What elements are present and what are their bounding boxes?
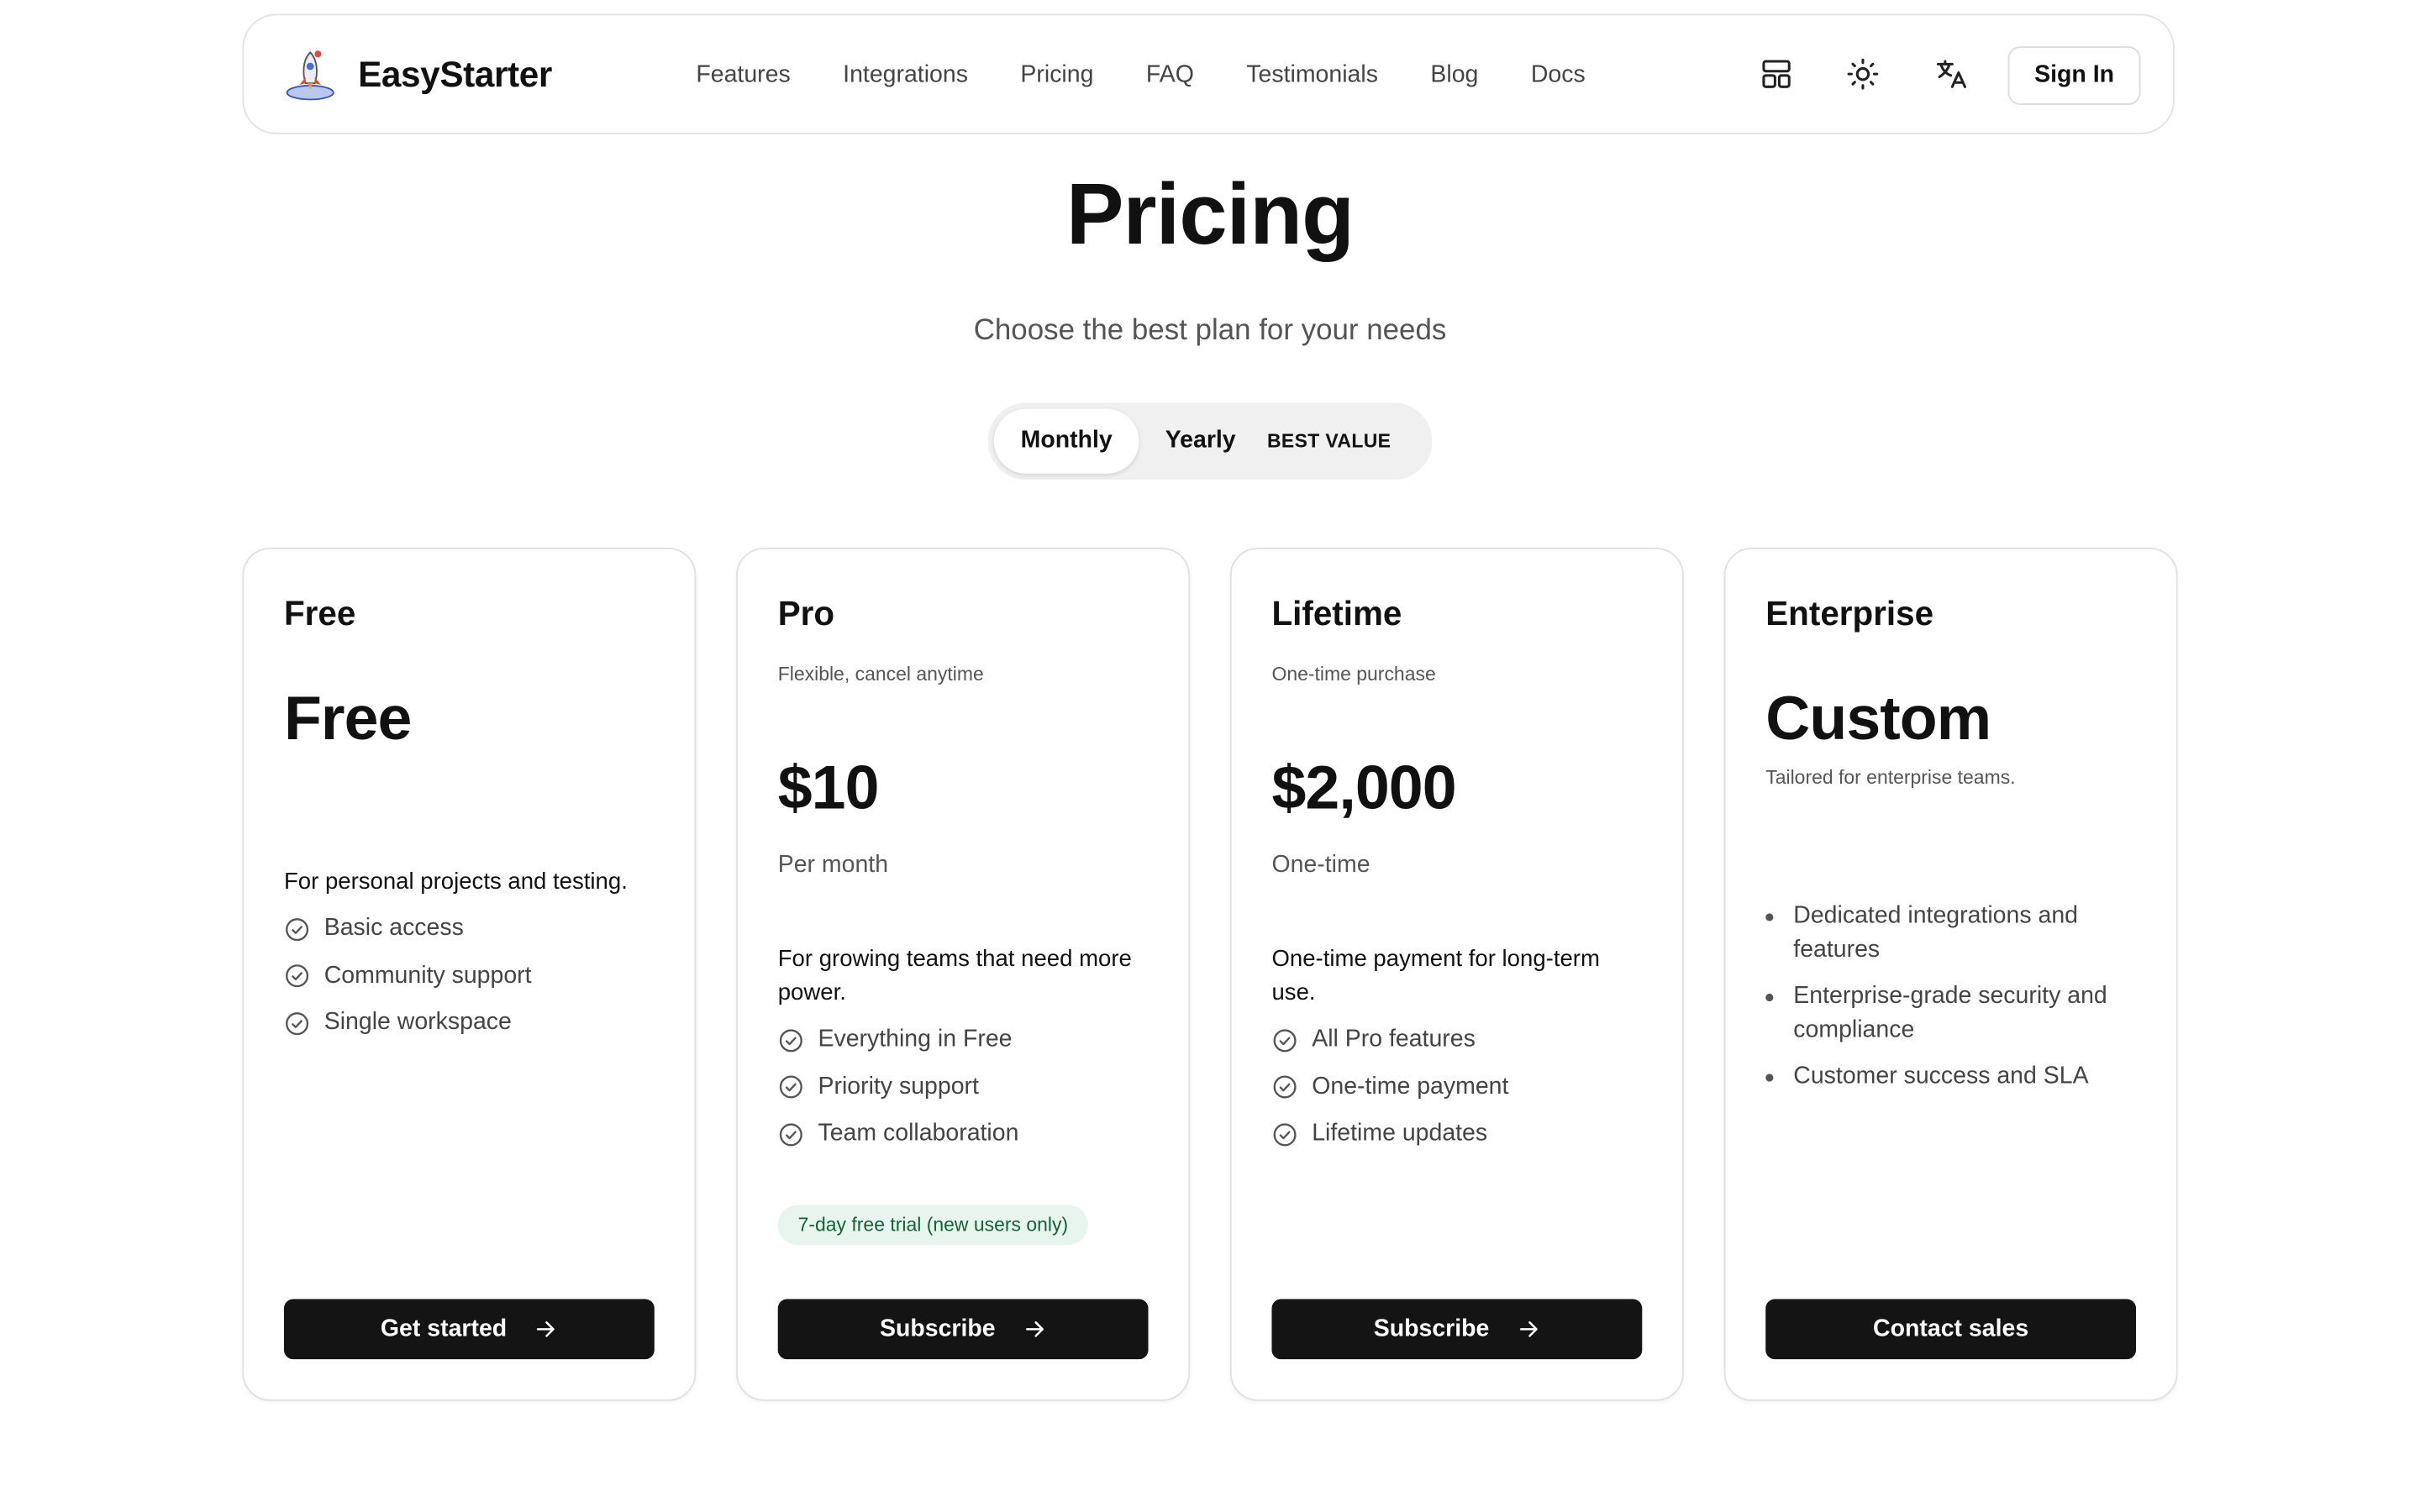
- plan-price: $2,000: [1271, 754, 1456, 822]
- billing-toggle: Monthly Yearly BEST VALUE: [987, 402, 1433, 480]
- check-circle-icon: [286, 917, 309, 941]
- get-started-button[interactable]: Get started: [283, 1299, 655, 1360]
- nav-integrations[interactable]: Integrations: [843, 61, 968, 89]
- feature-label: Team collaboration: [818, 1120, 1019, 1147]
- arrow-right-icon: [1026, 1321, 1044, 1337]
- check-circle-icon: [1273, 1028, 1297, 1052]
- yearly-option[interactable]: Yearly: [1165, 428, 1236, 455]
- check-circle-icon: [286, 1011, 309, 1035]
- feature-label: Everything in Free: [818, 1026, 1013, 1053]
- plan-card-enterprise: Enterprise Custom Tailored for enterpris…: [1723, 548, 2178, 1401]
- plan-price: Free: [283, 685, 412, 753]
- plan-tagline: One-time purchase: [1271, 663, 1436, 685]
- feature-list: Everything in Free Priority support Team…: [778, 1016, 1019, 1158]
- arrow-right-icon: [1519, 1321, 1538, 1337]
- feature-label: Single workspace: [324, 1009, 512, 1036]
- button-label: Contact sales: [1873, 1315, 2029, 1342]
- sun-icon[interactable]: [1846, 57, 1880, 91]
- plan-period: One-time: [1271, 851, 1370, 879]
- plan-description: For growing teams that need more power.: [777, 945, 1132, 1006]
- subscribe-pro-button[interactable]: Subscribe: [777, 1299, 1149, 1360]
- subscribe-lifetime-button[interactable]: Subscribe: [1271, 1299, 1643, 1360]
- feature-item: Dedicated integrations and features: [1765, 900, 2151, 968]
- feature-item: Enterprise-grade security and compliance: [1765, 979, 2151, 1047]
- plan-name: Pro: [777, 594, 835, 633]
- check-circle-icon: [779, 1075, 802, 1099]
- check-circle-icon: [779, 1122, 802, 1146]
- best-value-badge: BEST VALUE: [1266, 430, 1392, 453]
- feature-label: Lifetime updates: [1312, 1120, 1488, 1147]
- layout-icon[interactable]: [1760, 57, 1793, 91]
- feature-label: Community support: [324, 962, 532, 989]
- check-circle-icon: [1273, 1075, 1297, 1099]
- feature-list: Basic access Community support Single wo…: [284, 906, 532, 1047]
- check-circle-icon: [1273, 1122, 1297, 1146]
- plan-card-pro: Pro Flexible, cancel anytime $10 Per mon…: [736, 548, 1191, 1401]
- button-label: Subscribe: [879, 1315, 996, 1342]
- feature-label: Basic access: [324, 915, 464, 942]
- plan-tagline: Flexible, cancel anytime: [777, 663, 984, 685]
- page-subtitle: Choose the best plan for your needs: [973, 314, 1447, 348]
- plan-price: $10: [777, 754, 880, 822]
- feature-list: All Pro features One-time payment Lifeti…: [1271, 1016, 1508, 1158]
- page-title: Pricing: [1065, 165, 1355, 263]
- feature-item: Priority support: [778, 1063, 1019, 1110]
- arrow-right-icon: [537, 1321, 555, 1337]
- nav-blog[interactable]: Blog: [1430, 61, 1478, 89]
- feature-list: Dedicated integrations and features Ente…: [1765, 900, 2151, 1106]
- monthly-option[interactable]: Monthly: [993, 408, 1139, 474]
- plan-description: For personal projects and testing.: [283, 869, 628, 895]
- top-navbar: EasyStarter Features Integrations Pricin…: [242, 13, 2175, 134]
- brand-name[interactable]: EasyStarter: [358, 54, 552, 96]
- contact-sales-button[interactable]: Contact sales: [1765, 1299, 2137, 1360]
- plan-period: Per month: [777, 851, 889, 879]
- button-label: Subscribe: [1373, 1315, 1490, 1342]
- plan-name: Free: [283, 594, 356, 633]
- nav-docs[interactable]: Docs: [1531, 61, 1586, 89]
- sign-in-button[interactable]: Sign In: [2007, 46, 2141, 105]
- check-circle-icon: [779, 1028, 802, 1052]
- plan-card-free: Free Free For personal projects and test…: [242, 548, 697, 1401]
- plan-price: Custom: [1765, 685, 1991, 753]
- button-label: Get started: [380, 1315, 508, 1342]
- nav-faq[interactable]: FAQ: [1146, 61, 1194, 89]
- feature-item: Customer success and SLA: [1765, 1060, 2151, 1094]
- plan-description: One-time payment for long-term use.: [1271, 945, 1600, 1006]
- main-nav: Features Integrations Pricing FAQ Testim…: [696, 61, 1585, 89]
- nav-features[interactable]: Features: [696, 61, 790, 89]
- feature-label: All Pro features: [1312, 1026, 1476, 1053]
- feature-item: One-time payment: [1271, 1063, 1508, 1110]
- feature-label: One-time payment: [1312, 1073, 1509, 1100]
- plan-name: Lifetime: [1271, 594, 1402, 633]
- trial-badge: 7-day free trial (new users only): [777, 1205, 1089, 1246]
- feature-item: All Pro features: [1271, 1016, 1508, 1063]
- check-circle-icon: [286, 964, 309, 988]
- feature-item: Community support: [284, 953, 532, 1000]
- rocket-logo-icon[interactable]: [284, 46, 336, 102]
- translate-icon[interactable]: [1933, 57, 1967, 91]
- plan-name: Enterprise: [1765, 594, 1934, 633]
- feature-item: Everything in Free: [778, 1016, 1019, 1063]
- feature-item: Basic access: [284, 906, 532, 953]
- feature-item: Lifetime updates: [1271, 1110, 1508, 1158]
- plan-card-lifetime: Lifetime One-time purchase $2,000 One-ti…: [1229, 548, 1684, 1401]
- feature-item: Team collaboration: [778, 1110, 1019, 1158]
- nav-testimonials[interactable]: Testimonials: [1246, 61, 1378, 89]
- feature-item: Single workspace: [284, 1000, 532, 1047]
- nav-pricing[interactable]: Pricing: [1020, 61, 1093, 89]
- feature-label: Priority support: [818, 1073, 979, 1100]
- plan-tagline: Tailored for enterprise teams.: [1765, 766, 2016, 789]
